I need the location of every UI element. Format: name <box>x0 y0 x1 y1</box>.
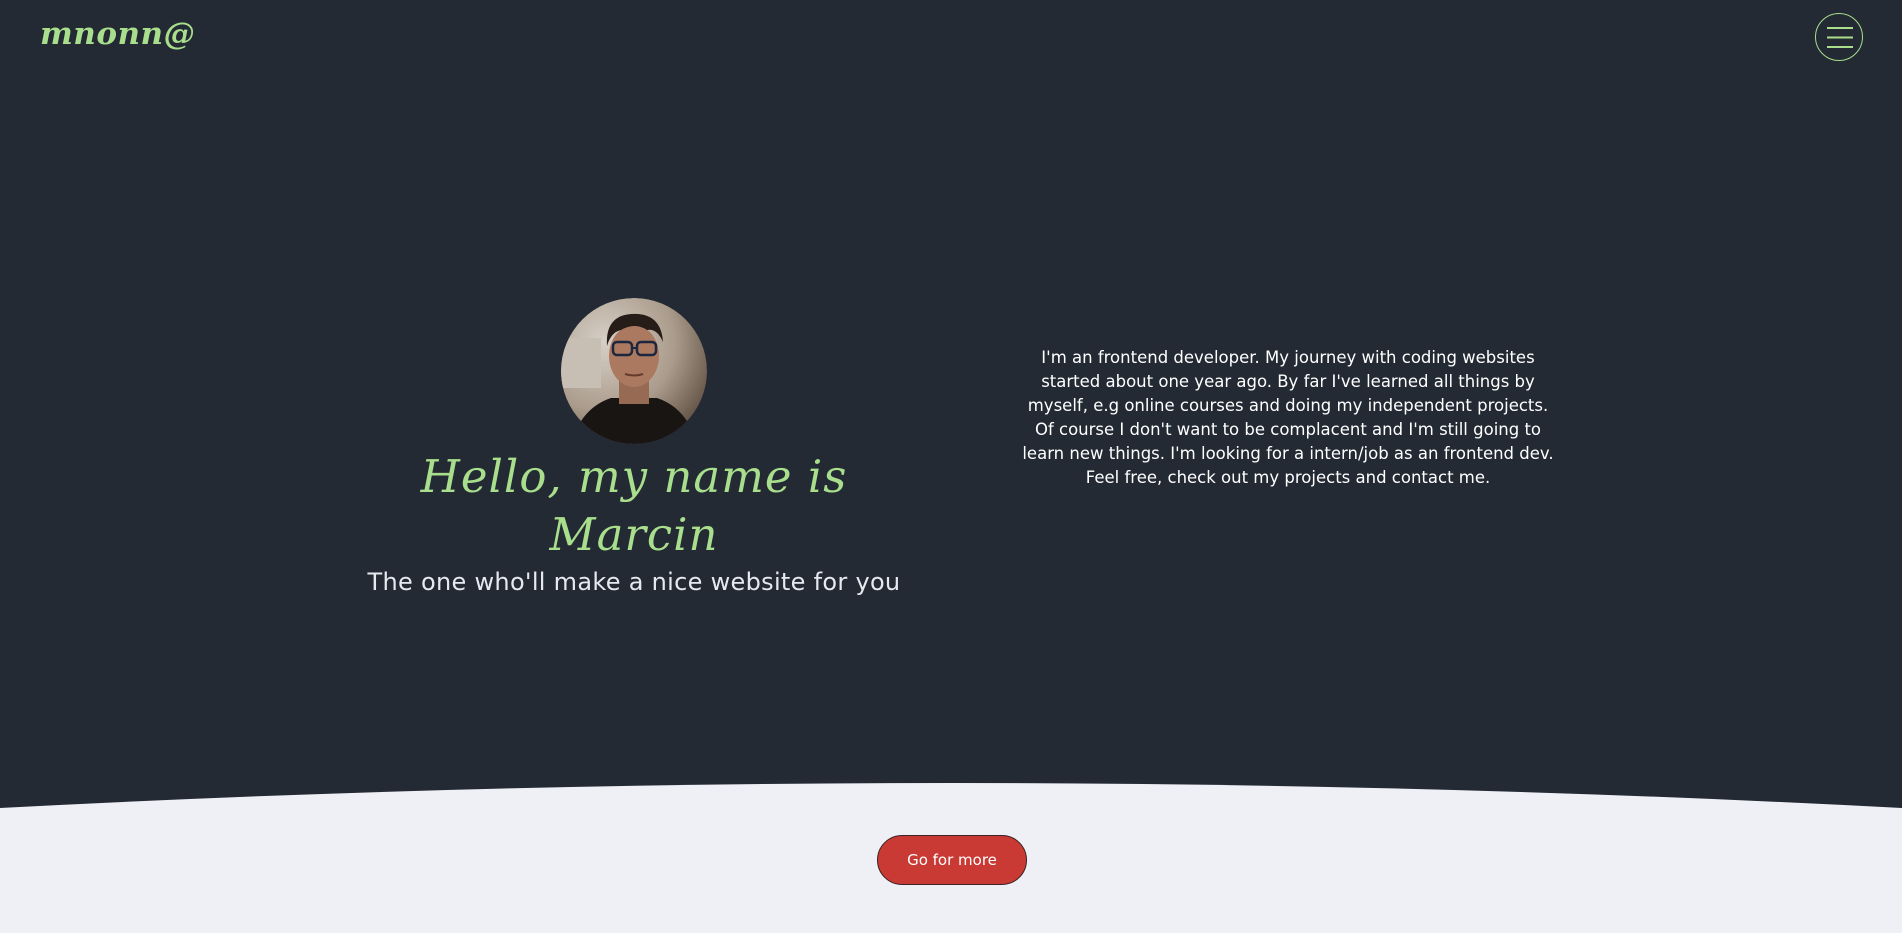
site-logo[interactable]: mnonn@ <box>40 16 195 52</box>
go-for-more-button[interactable]: Go for more <box>877 835 1027 885</box>
page: mnonn@ Hello, my name is Marcin The one … <box>0 0 1902 933</box>
profile-photo <box>561 298 707 444</box>
hero-greeting: Hello, my name is Marcin <box>420 450 848 561</box>
about-text: I'm an frontend developer. My journey wi… <box>1022 348 1554 487</box>
hamburger-menu-icon <box>1827 27 1853 48</box>
hero-intro: Hello, my name is Marcin The one who'll … <box>334 298 934 598</box>
menu-button[interactable] <box>1815 13 1863 61</box>
bottom-wave-section <box>0 783 1902 933</box>
hero-tagline: The one who'll make a nice website for y… <box>367 568 901 596</box>
